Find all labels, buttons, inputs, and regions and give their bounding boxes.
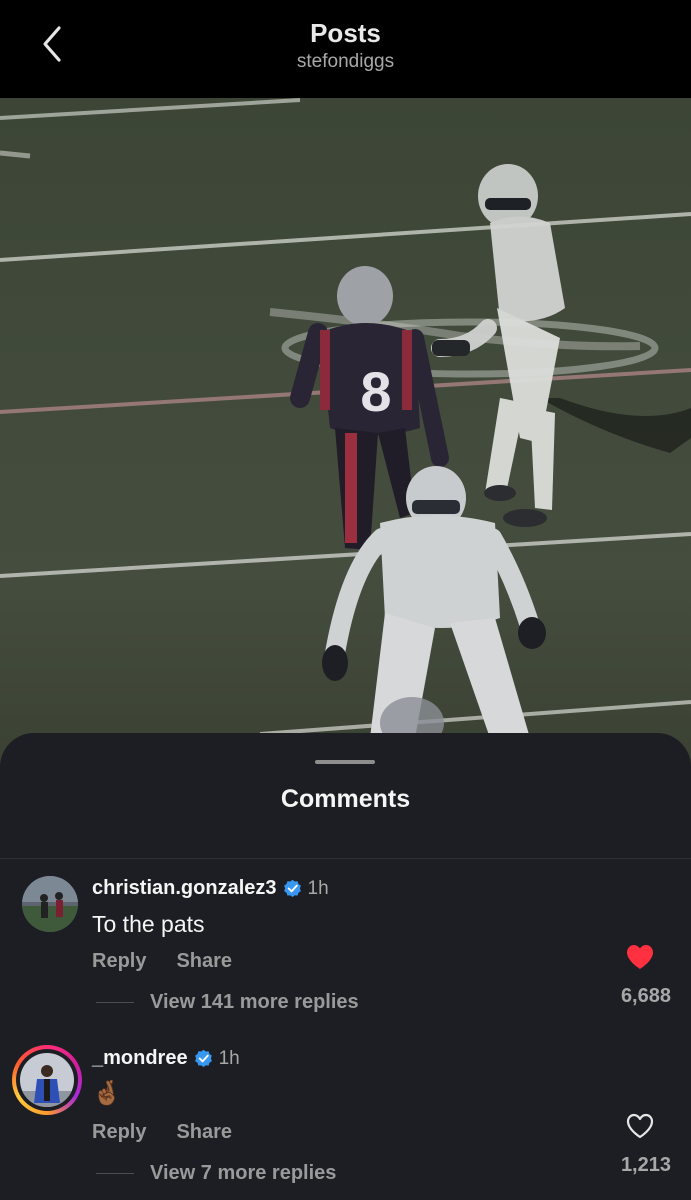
- view-replies-button[interactable]: View 141 more replies: [96, 991, 359, 1014]
- profile-username[interactable]: stefondiggs: [297, 50, 394, 74]
- top-nav-bar: Posts stefondiggs: [0, 0, 691, 98]
- view-replies-label: View 141 more replies: [150, 991, 359, 1013]
- verified-badge-icon: [283, 879, 301, 898]
- share-button[interactable]: Share: [176, 950, 232, 973]
- comment-actions: Reply Share: [92, 950, 262, 973]
- view-replies-button[interactable]: View 7 more replies: [96, 1162, 336, 1185]
- share-button[interactable]: Share: [176, 1121, 232, 1144]
- avatar: [20, 1053, 74, 1107]
- heart-outline-icon[interactable]: [625, 1112, 655, 1140]
- comment-time: 1h: [218, 1047, 240, 1069]
- comment-time: 1h: [307, 877, 329, 899]
- sheet-drag-handle[interactable]: [315, 760, 375, 764]
- chevron-left-icon: [43, 26, 61, 62]
- like-count: 1,213: [620, 1154, 671, 1176]
- back-button[interactable]: [32, 24, 72, 64]
- comment-text: To the pats: [92, 911, 205, 937]
- comment-header: christian.gonzalez3 1h: [92, 877, 329, 900]
- like-count: 6,688: [620, 985, 671, 1007]
- avatar-story-ring[interactable]: [12, 1045, 82, 1115]
- page-title: Posts: [310, 18, 381, 48]
- avatar-photo-icon: [20, 1053, 74, 1107]
- comment-actions: Reply Share: [92, 1121, 262, 1144]
- comment-item: _mondree 1h 🤞🏾 Reply Share 1,213 View 7 …: [0, 1043, 691, 1200]
- divider: [0, 858, 691, 859]
- instagram-post-screen: Posts stefondiggs 8 Comments christian.g…: [0, 0, 691, 1200]
- heart-filled-icon[interactable]: [625, 943, 655, 971]
- reply-button[interactable]: Reply: [92, 950, 146, 973]
- reply-button[interactable]: Reply: [92, 1121, 146, 1144]
- football-field-scene: 8: [0, 98, 691, 749]
- comment-username[interactable]: christian.gonzalez3: [92, 877, 277, 900]
- comment-username[interactable]: _mondree: [92, 1047, 188, 1070]
- verified-badge-icon: [194, 1049, 212, 1068]
- comments-sheet: Comments christian.gonzalez3 1h To the p…: [0, 733, 691, 1200]
- replies-line: [96, 1002, 134, 1003]
- replies-line: [96, 1173, 134, 1174]
- avatar-photo-icon: [22, 876, 78, 932]
- post-video[interactable]: 8: [0, 98, 691, 778]
- comment-item: christian.gonzalez3 1h To the pats Reply…: [0, 873, 691, 1043]
- comment-text: 🤞🏾: [92, 1080, 122, 1107]
- comments-title: Comments: [280, 785, 411, 813]
- svg-text:8: 8: [360, 360, 391, 423]
- view-replies-label: View 7 more replies: [150, 1162, 337, 1184]
- comment-header: _mondree 1h: [92, 1047, 240, 1070]
- avatar[interactable]: [22, 876, 78, 932]
